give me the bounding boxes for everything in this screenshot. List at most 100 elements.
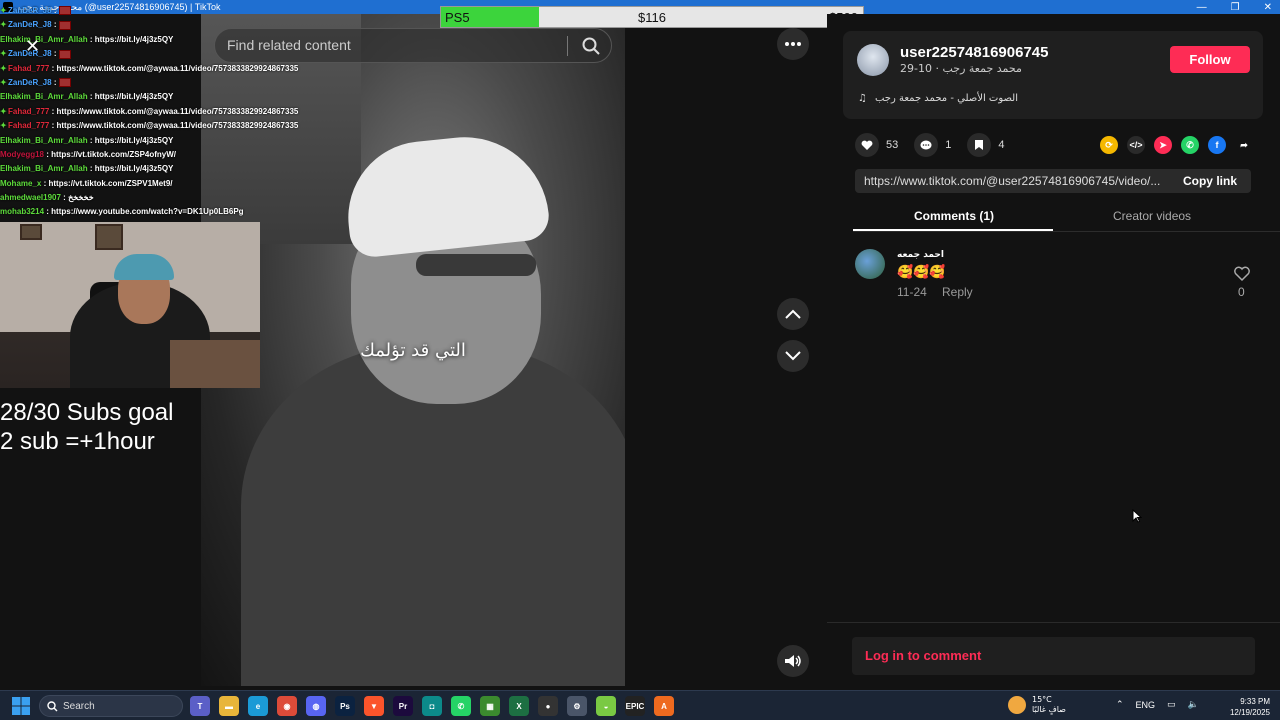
chevron-down-icon <box>785 351 801 361</box>
gamepad-icon[interactable]: ◘ <box>422 696 442 716</box>
commenter-name[interactable]: احمد جمعه <box>897 250 944 260</box>
chat-message: ✦Fahad_777 : https://www.tiktok.com/@ayw… <box>0 62 300 76</box>
taskbar-search[interactable]: Search <box>39 695 183 717</box>
chat-badge-icon: ✦ <box>0 49 7 59</box>
excel-icon[interactable]: X <box>509 696 529 716</box>
chat-message: Elhakim_Bi_Amr_Allah : https://bit.ly/4j… <box>0 134 300 148</box>
embed-icon[interactable]: </> <box>1127 136 1145 154</box>
follow-button[interactable]: Follow <box>1170 46 1250 73</box>
like-button[interactable]: 53 <box>855 133 898 157</box>
stream-chat-overlay: ✦ZanDeR_J8 : ✦ZanDeR_J8 : Elhakim_Bi_Amr… <box>0 4 300 220</box>
volume-icon[interactable]: 🔈 <box>1188 699 1199 710</box>
chat-message: ✦ZanDeR_J8 : <box>0 76 300 90</box>
chat-text: : https://www.youtube.com/watch?v=DK1Up0… <box>46 207 244 217</box>
close-icon[interactable]: ✕ <box>25 36 40 57</box>
weather-widget[interactable]: 15°C صافٍ غالبًا <box>1008 695 1066 715</box>
windows-taskbar: Search T ▬ e ◉ ◍ Ps ▼ Pr ◘ ✆ ▦ X ● ⚙ ◒ EPIC A 15°C صافٍ … <box>0 690 1280 720</box>
music-info[interactable]: ♫ الصوت الأصلي - محمد جمعة رجب <box>858 93 1018 104</box>
next-video-button[interactable] <box>777 340 809 372</box>
chat-username: Elhakim_Bi_Amr_Allah <box>0 135 88 145</box>
music-note-icon: ♫ <box>858 93 867 104</box>
save-count: 4 <box>998 139 1005 151</box>
minimize-button[interactable]: — <box>1197 2 1207 13</box>
chat-badge-icon: ✦ <box>0 106 7 116</box>
tab-creator-videos[interactable]: Creator videos <box>1113 209 1191 223</box>
chrome-icon[interactable]: ◉ <box>277 696 297 716</box>
panel-tabs: Comments (1) Creator videos <box>853 205 1280 232</box>
file-explorer-icon[interactable]: ▬ <box>219 696 239 716</box>
chat-text: : <box>53 20 57 30</box>
author-avatar[interactable] <box>857 44 889 76</box>
comment-button[interactable]: 1 <box>914 133 951 157</box>
author-username[interactable]: user22574816906745 <box>900 44 1048 61</box>
volume-button[interactable] <box>777 645 809 677</box>
language-indicator[interactable]: ENG <box>1136 700 1156 710</box>
system-tray: ⌃ ENG ▭ 🔈 <box>1116 699 1199 710</box>
network-icon[interactable]: ▭ <box>1167 699 1176 710</box>
search-icon[interactable] <box>581 36 601 56</box>
engagement-stats: 53 1 4 <box>855 133 1021 157</box>
comment-like-count: 0 <box>1238 285 1245 299</box>
weather-sun-icon <box>1008 696 1026 714</box>
like-count: 53 <box>886 139 899 151</box>
comment-like-heart-icon[interactable] <box>1233 266 1251 282</box>
login-to-comment-button[interactable]: Log in to comment <box>852 637 1255 675</box>
obs-icon[interactable]: ● <box>538 696 558 716</box>
chat-username: ZanDeR_J8 <box>8 20 52 30</box>
chat-text: : https://bit.ly/4j3z5QY <box>89 34 174 44</box>
chat-message: Elhakim_Bi_Amr_Allah : https://bit.ly/4j… <box>0 33 300 47</box>
weather-desc: صافٍ غالبًا <box>1032 705 1066 714</box>
epic-games-icon[interactable]: EPIC <box>625 696 645 716</box>
chat-message: ✦ZanDeR_J8 : <box>0 18 300 32</box>
chat-app-icon[interactable]: ◒ <box>596 696 616 716</box>
edge-icon[interactable]: e <box>248 696 268 716</box>
chat-username: ZanDeR_J8 <box>8 6 52 15</box>
chat-message: Mohame_x : https://vt.tiktok.com/ZSPV1Me… <box>0 177 300 191</box>
commenter-avatar[interactable] <box>855 249 885 279</box>
video-figure-cap <box>340 128 552 260</box>
forward-icon[interactable]: ➦ <box>1235 136 1253 154</box>
send-icon[interactable]: ➤ <box>1154 136 1172 154</box>
brave-icon[interactable]: ▼ <box>364 696 384 716</box>
previous-video-button[interactable] <box>777 298 809 330</box>
chat-username: Elhakim_Bi_Amr_Allah <box>0 164 88 174</box>
reply-button[interactable]: Reply <box>942 285 973 299</box>
tab-comments[interactable]: Comments (1) <box>914 209 994 223</box>
close-button[interactable]: ✕ <box>1264 2 1272 13</box>
taskbar-clock[interactable]: 9:33 PM 12/19/2025 <box>1230 696 1270 718</box>
app-icon[interactable]: A <box>654 696 674 716</box>
settings-icon[interactable]: ⚙ <box>567 696 587 716</box>
discord-icon[interactable]: ◍ <box>306 696 326 716</box>
chat-username: mohab3214 <box>0 207 45 217</box>
minecraft-icon[interactable]: ▦ <box>480 696 500 716</box>
chat-message: ✦ZanDeR_J8 : <box>0 47 300 61</box>
repost-icon[interactable]: ⟳ <box>1100 136 1118 154</box>
more-options-button[interactable] <box>777 28 809 60</box>
chat-username: Modyegg18 <box>0 149 45 159</box>
whatsapp-icon[interactable]: ✆ <box>1181 136 1199 154</box>
premiere-icon[interactable]: Pr <box>393 696 413 716</box>
windows-start-icon[interactable] <box>12 697 30 715</box>
donation-goal-bar: PS5 $116 $500 <box>440 6 864 28</box>
copy-link-button[interactable]: Copy link <box>1183 174 1237 188</box>
share-url[interactable]: https://www.tiktok.com/@user225748169067… <box>864 174 1170 188</box>
music-title: الصوت الأصلي - محمد جمعة رجب <box>874 93 1018 104</box>
save-button[interactable]: 4 <box>967 133 1005 157</box>
teams-icon[interactable]: T <box>190 696 210 716</box>
chat-text: : https://bit.ly/4j3z5QY <box>89 164 174 174</box>
tray-chevron-up-icon[interactable]: ⌃ <box>1116 699 1124 710</box>
chat-emote-icon <box>58 20 71 30</box>
chat-emote-icon <box>58 78 71 88</box>
whatsapp-icon[interactable]: ✆ <box>451 696 471 716</box>
weather-temp: 15°C <box>1032 695 1052 704</box>
wall-picture-frame <box>20 224 42 240</box>
comment-date: 11-24 <box>897 285 927 299</box>
goal-label: PS5 <box>445 10 470 25</box>
active-tab-indicator <box>853 229 1053 231</box>
facebook-icon[interactable]: f <box>1208 136 1226 154</box>
maximize-button[interactable]: ❐ <box>1231 2 1240 13</box>
chat-badge-icon: ✦ <box>0 121 7 131</box>
search-divider <box>567 36 568 56</box>
window-controls: — ❐ ✕ <box>1197 0 1272 14</box>
photoshop-icon[interactable]: Ps <box>335 696 355 716</box>
